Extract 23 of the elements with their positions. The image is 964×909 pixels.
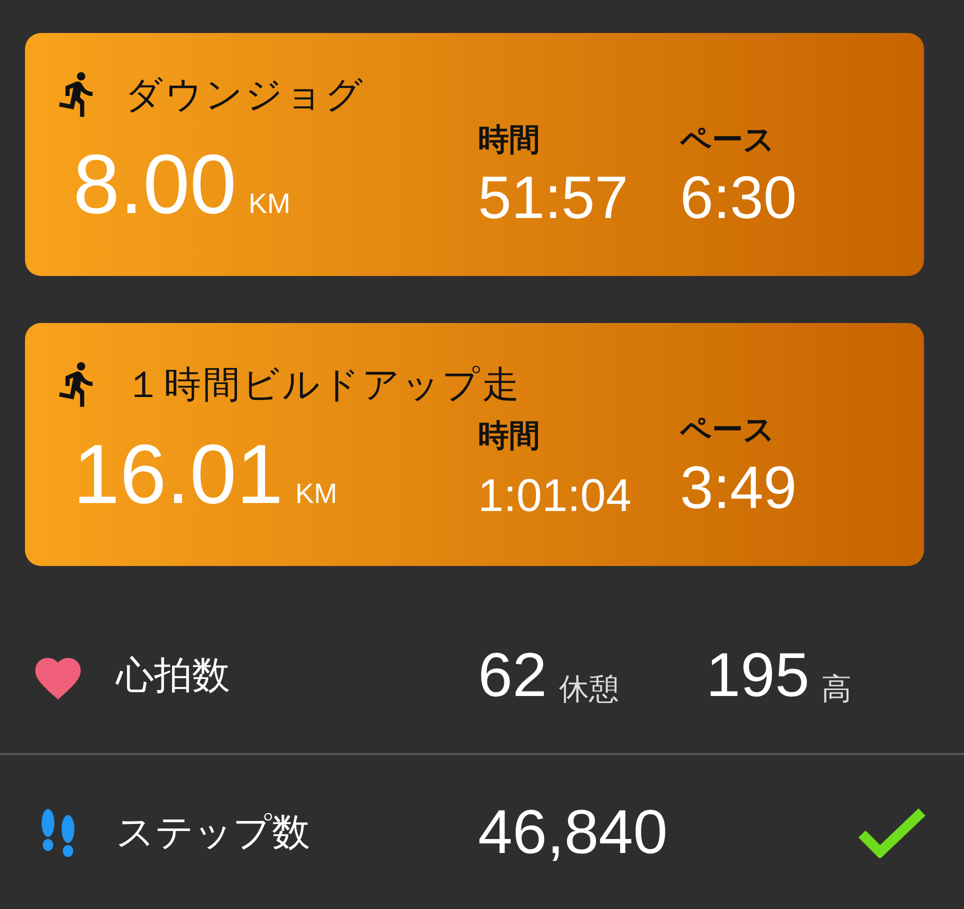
stat-label: ペース xyxy=(680,125,776,156)
stat-value: 51:57 xyxy=(478,168,630,233)
metric-label: ステップ数 xyxy=(116,809,311,856)
stat-value: 6:30 xyxy=(680,168,797,233)
metric-unit: 休憩 xyxy=(558,674,619,704)
metric-label: 心拍数 xyxy=(116,652,231,699)
distance-value: 8.00 xyxy=(73,142,236,233)
distance-unit: KM xyxy=(248,190,290,221)
activity-card[interactable]: １時間ビルドアップ走 16.01 KM 時間 1:01:04 ペース 3:49 xyxy=(25,323,924,566)
stat-label: ペース xyxy=(680,415,776,446)
metric-value: 46,840 xyxy=(478,802,668,864)
distance-value: 16.01 xyxy=(73,432,284,523)
activity-title: １時間ビルドアップ走 xyxy=(125,366,521,402)
metric-value: 62 xyxy=(478,644,547,706)
activity-card[interactable]: ダウンジョグ 8.00 KM 時間 51:57 ペース 6:30 xyxy=(25,33,924,276)
activity-title: ダウンジョグ xyxy=(125,76,365,112)
stat-value: 3:49 xyxy=(680,458,797,523)
stat-value: 1:01:04 xyxy=(478,472,632,523)
metric-unit: 高 xyxy=(821,674,852,704)
stat-label: 時間 xyxy=(478,125,541,156)
metric-value: 195 xyxy=(706,644,810,706)
stat-label: 時間 xyxy=(478,421,541,452)
distance-unit: KM xyxy=(295,480,338,511)
